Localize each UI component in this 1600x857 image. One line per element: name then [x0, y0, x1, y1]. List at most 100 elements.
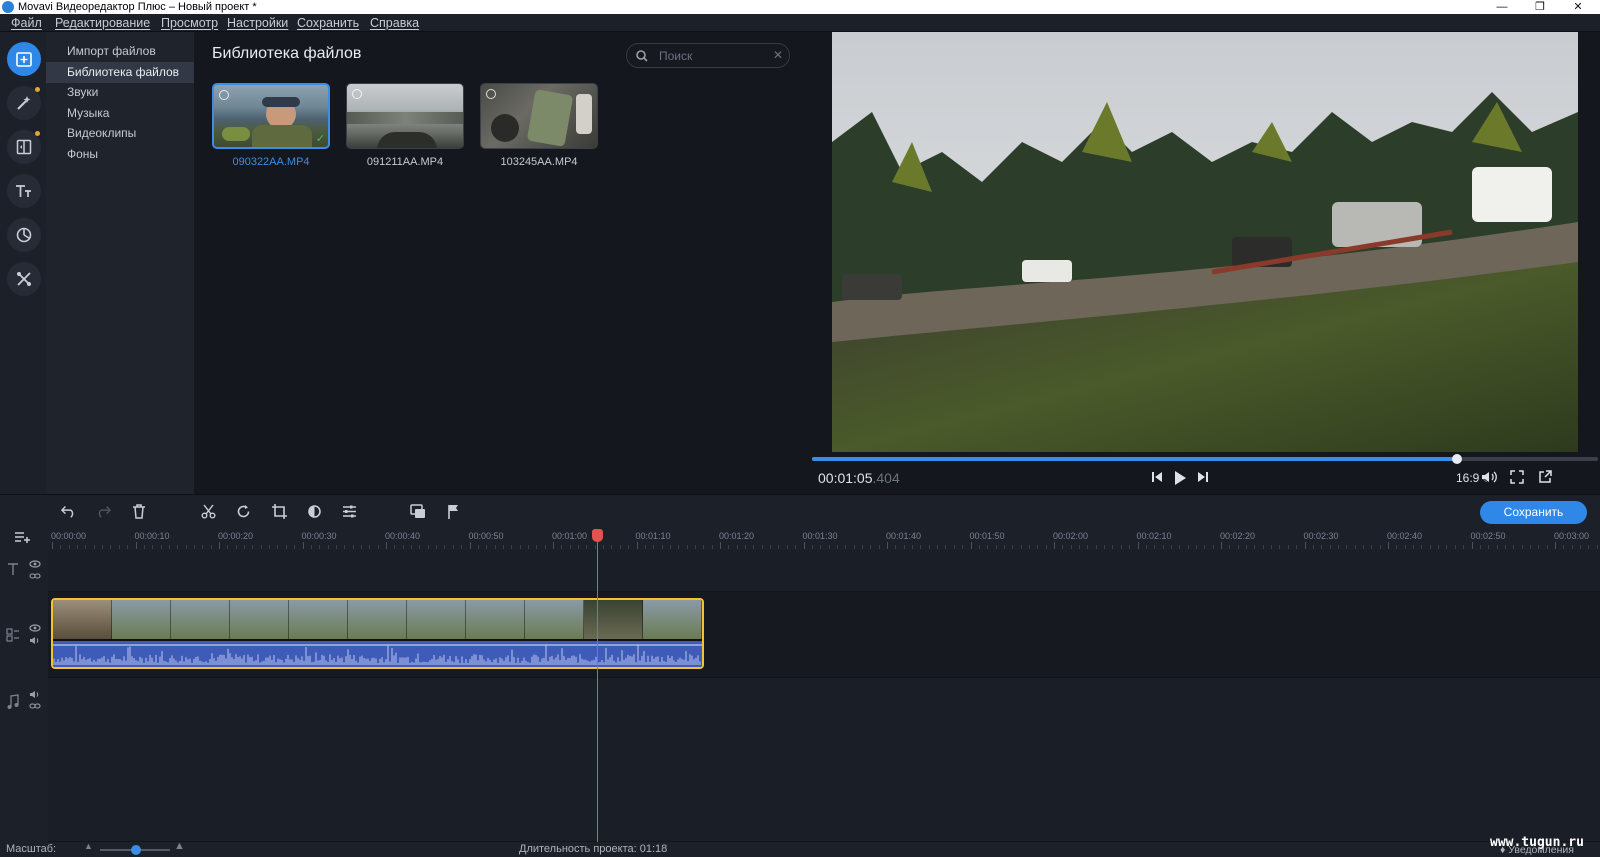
menu-help[interactable]: Справка	[370, 16, 419, 30]
timeline-ruler[interactable]: 00:00:00 00:00:10 00:00:20 00:00:30 00:00:40…	[0, 526, 1600, 550]
library-file[interactable]: 091211AA.MP4	[346, 83, 464, 168]
video-badge-icon	[219, 90, 229, 100]
timeline-clip[interactable]	[51, 598, 704, 669]
ruler-minor-mark	[1003, 545, 1005, 549]
ruler-minor-mark	[937, 545, 939, 549]
library-title: Библиотека файлов	[212, 45, 362, 62]
redo-button[interactable]	[95, 503, 111, 519]
undo-button[interactable]	[61, 503, 77, 519]
ruler-major-mark	[887, 542, 888, 549]
ruler-minor-mark	[344, 545, 346, 549]
ruler-minor-mark	[536, 545, 538, 549]
filters-tool-button[interactable]	[7, 86, 41, 120]
ruler-minor-mark	[1413, 545, 1415, 549]
ruler-tick-label: 00:01:00	[552, 531, 588, 541]
menu-file[interactable]: Файл	[11, 16, 42, 30]
stickers-tool-button[interactable]	[7, 218, 41, 252]
preview-scrubber[interactable]	[812, 454, 1598, 464]
category-file-library[interactable]: Библиотека файлов	[46, 62, 194, 83]
notifications-button[interactable]: ♦ Уведомления	[1500, 844, 1574, 856]
ruler-minor-mark	[1179, 545, 1181, 549]
link-icon[interactable]	[29, 572, 41, 580]
link-icon[interactable]	[29, 702, 41, 710]
speaker-icon[interactable]	[29, 690, 41, 699]
minimize-icon[interactable]: —	[1487, 0, 1517, 14]
library-file[interactable]: 103245AA.MP4	[480, 83, 598, 168]
ruler-minor-mark	[1529, 545, 1531, 549]
text-track[interactable]	[48, 550, 1600, 592]
rotate-icon	[237, 504, 249, 517]
category-sounds[interactable]: Звуки	[46, 82, 194, 103]
ruler-minor-mark	[335, 545, 337, 549]
delete-button[interactable]	[131, 503, 147, 519]
volume-button[interactable]	[1480, 470, 1498, 484]
more-tools-button[interactable]	[7, 262, 41, 296]
ruler-major-mark	[1471, 542, 1473, 549]
speaker-icon[interactable]	[29, 636, 41, 645]
category-import-files[interactable]: Импорт файлов	[46, 41, 194, 62]
category-music[interactable]: Музыка	[46, 103, 194, 124]
ruler-minor-mark	[728, 545, 730, 549]
video-preview[interactable]	[832, 32, 1578, 452]
ruler-minor-mark	[778, 545, 780, 549]
menu-settings[interactable]: Настройки	[227, 16, 288, 30]
file-thumbnail[interactable]	[480, 83, 598, 149]
add-track-icon[interactable]	[14, 530, 32, 544]
file-thumbnail[interactable]: ✓	[212, 83, 330, 149]
clip-audio-waveform[interactable]	[53, 641, 702, 667]
overlay-button[interactable]	[410, 503, 426, 519]
ruler-minor-mark	[753, 545, 755, 549]
category-videoclips[interactable]: Видеоклипы	[46, 123, 194, 144]
split-button[interactable]	[200, 503, 216, 519]
menu-view[interactable]: Просмотр	[161, 16, 218, 30]
ruler-minor-mark	[1546, 545, 1548, 549]
audio-track[interactable]	[48, 678, 1600, 842]
color-adjust-button[interactable]	[306, 503, 322, 519]
fullscreen-button[interactable]	[1510, 470, 1524, 484]
crop-button[interactable]	[271, 503, 287, 519]
new-dot-indicator	[35, 131, 40, 136]
restore-icon[interactable]: ❐	[1525, 0, 1555, 14]
scrubber-handle[interactable]	[1451, 454, 1462, 464]
ruler-minor-mark	[1504, 545, 1506, 549]
clip-properties-button[interactable]	[341, 503, 357, 519]
ruler-minor-mark	[1120, 545, 1122, 549]
clip-frame	[466, 600, 525, 639]
menu-edit[interactable]: Редактирование	[55, 16, 150, 30]
detach-preview-button[interactable]	[1538, 470, 1552, 484]
next-frame-button[interactable]	[1196, 470, 1210, 484]
save-button[interactable]: Сохранить	[1480, 501, 1587, 524]
ruler-minor-mark	[1312, 545, 1314, 549]
ruler-minor-mark	[678, 545, 680, 549]
ruler-minor-mark	[1454, 545, 1456, 549]
transitions-tool-button[interactable]	[7, 130, 41, 164]
ruler-minor-mark	[895, 545, 897, 549]
marker-button[interactable]	[445, 503, 461, 519]
library-file[interactable]: ✓ 090322AA.MP4	[212, 83, 330, 168]
category-backgrounds[interactable]: Фоны	[46, 144, 194, 165]
ruler-minor-mark	[669, 545, 671, 549]
file-thumbnail[interactable]	[346, 83, 464, 149]
eye-icon[interactable]	[29, 560, 41, 568]
ruler-minor-mark	[594, 545, 596, 549]
menu-save[interactable]: Сохранить	[297, 16, 359, 30]
import-tool-button[interactable]	[7, 42, 41, 76]
ruler-minor-mark	[1463, 545, 1465, 549]
clear-search-icon[interactable]: ✕	[773, 48, 783, 62]
zoom-out-icon[interactable]: ▲	[84, 841, 93, 851]
ruler-major-mark	[1221, 542, 1222, 549]
playhead-handle[interactable]	[592, 529, 603, 542]
close-icon[interactable]: ✕	[1563, 0, 1593, 14]
rotate-button[interactable]	[235, 503, 251, 519]
clip-filmstrip	[53, 600, 702, 639]
play-button[interactable]	[1173, 470, 1187, 486]
ruler-minor-mark	[310, 545, 312, 549]
zoom-slider-handle[interactable]	[131, 845, 141, 855]
ruler-minor-mark	[269, 545, 271, 549]
zoom-in-icon[interactable]: ▲	[174, 840, 185, 852]
new-dot-indicator	[35, 87, 40, 92]
titles-tool-button[interactable]	[7, 174, 41, 208]
eye-icon[interactable]	[29, 624, 41, 632]
previous-frame-button[interactable]	[1150, 470, 1164, 484]
search-input[interactable]	[659, 47, 769, 64]
